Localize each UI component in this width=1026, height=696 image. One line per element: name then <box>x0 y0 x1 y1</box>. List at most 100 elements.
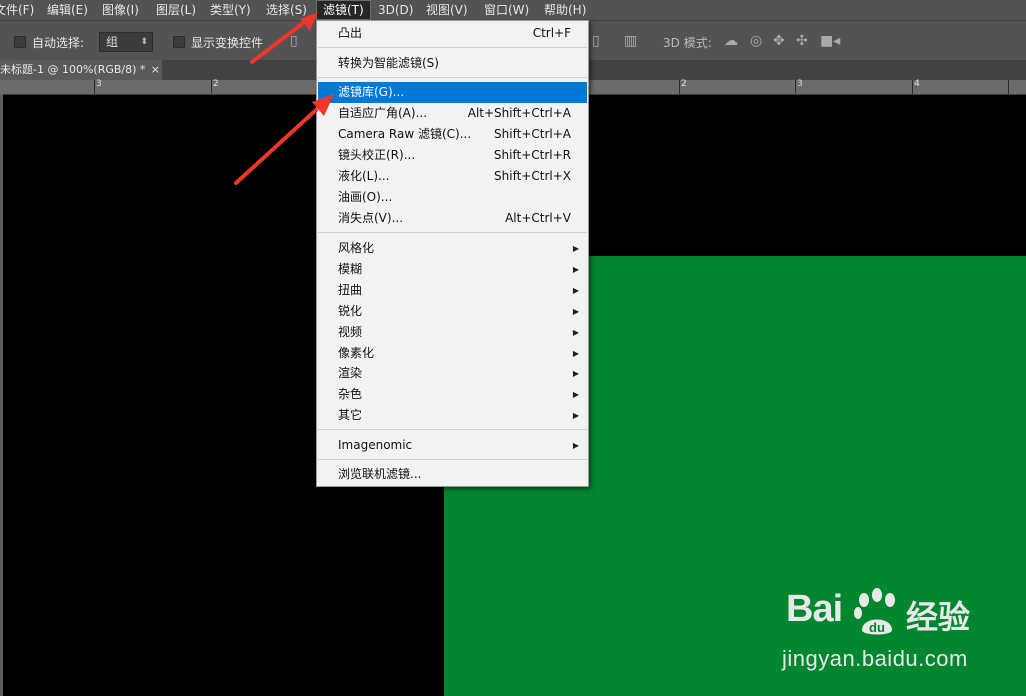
menu-item-oil-paint[interactable]: 油画(O)... <box>318 187 587 208</box>
menu-view[interactable]: 视图(V) <box>426 0 468 20</box>
menu-item-label: 转换为智能滤镜(S) <box>338 56 439 70</box>
submenu-arrow-icon: ▶ <box>572 349 579 358</box>
menu-item-noise[interactable]: 杂色 ▶ <box>318 384 587 405</box>
slide-3d-icon[interactable]: ✣ <box>796 33 808 49</box>
dropdown-arrow-icon: ⬍ <box>140 37 148 47</box>
menu-item-label: 扭曲 <box>338 283 363 297</box>
ruler-tick <box>795 80 796 94</box>
menu-item-shortcut: Shift+Ctrl+A <box>494 127 571 141</box>
menu-item-label: 浏览联机滤镜... <box>338 467 422 481</box>
menu-item-label: 自适应广角(A)... <box>338 106 428 120</box>
show-transform-checkbox[interactable] <box>173 36 185 48</box>
ruler-tick <box>679 80 680 94</box>
align-icon[interactable]: ▯ <box>290 33 298 49</box>
svg-text:du: du <box>869 620 885 635</box>
document-tab-title: 未标题-1 @ 100%(RGB/8) * <box>0 63 146 76</box>
scale-3d-icon[interactable]: ■◂ <box>820 33 840 49</box>
submenu-arrow-icon: ▶ <box>572 244 579 253</box>
menu-item-browse-filters-online[interactable]: 浏览联机滤镜... <box>318 464 587 485</box>
menu-item-label: 镜头校正(R)... <box>338 148 416 162</box>
menu-item-label: Camera Raw 滤镜(C)... <box>338 127 472 141</box>
ruler-label: 4 <box>914 79 920 89</box>
menu-item-last-filter[interactable]: 凸出 Ctrl+F <box>318 23 587 44</box>
submenu-arrow-icon: ▶ <box>572 411 579 420</box>
roll-3d-icon[interactable]: ◎ <box>750 33 762 49</box>
menu-item-pixelate[interactable]: 像素化 ▶ <box>318 343 587 364</box>
menu-item-label: 风格化 <box>338 241 375 255</box>
menu-item-label: 锐化 <box>338 304 363 318</box>
drag-3d-icon[interactable]: ✥ <box>773 33 785 49</box>
menu-item-adaptive-wide-angle[interactable]: 自适应广角(A)... Alt+Shift+Ctrl+A <box>318 103 587 124</box>
menu-item-shortcut: Ctrl+F <box>532 26 571 40</box>
menu-item-shortcut: Alt+Ctrl+V <box>505 211 571 225</box>
ruler-label: 3 <box>96 79 102 89</box>
menu-item-camera-raw[interactable]: Camera Raw 滤镜(C)... Shift+Ctrl+A <box>318 124 587 145</box>
ruler-tick <box>1008 80 1009 94</box>
menu-separator <box>318 459 587 460</box>
watermark-url: jingyan.baidu.com <box>782 646 968 671</box>
auto-align-icon[interactable]: ▥ <box>624 33 637 49</box>
menu-image[interactable]: 图像(I) <box>102 0 139 20</box>
submenu-arrow-icon: ▶ <box>572 265 579 274</box>
menu-item-blur[interactable]: 模糊 ▶ <box>318 259 587 280</box>
auto-select-checkbox[interactable] <box>14 36 26 48</box>
menu-item-liquify[interactable]: 液化(L)... Shift+Ctrl+X <box>318 166 587 187</box>
menu-item-lens-correction[interactable]: 镜头校正(R)... Shift+Ctrl+R <box>318 145 587 166</box>
menu-item-convert-smart-filter[interactable]: 转换为智能滤镜(S) <box>318 53 587 74</box>
mode-3d-label: 3D 模式: <box>663 36 712 50</box>
document-tab[interactable]: 未标题-1 @ 100%(RGB/8) * × <box>0 60 162 80</box>
menu-item-label: 凸出 <box>338 26 363 40</box>
menu-file[interactable]: 文件(F) <box>0 0 34 20</box>
menu-item-label: 滤镜库(G)... <box>338 85 405 99</box>
menu-separator <box>318 77 587 78</box>
menu-item-shortcut: Shift+Ctrl+X <box>494 169 571 183</box>
menu-filter[interactable]: 滤镜(T) <box>316 0 371 20</box>
menu-bar: 文件(F) 编辑(E) 图像(I) 图层(L) 类型(Y) 选择(S) 滤镜(T… <box>0 0 1026 20</box>
baidu-watermark: Bai du 经验 jingyan.baidu.com <box>782 580 1016 680</box>
menu-select[interactable]: 选择(S) <box>266 0 307 20</box>
menu-item-vanishing-point[interactable]: 消失点(V)... Alt+Ctrl+V <box>318 208 587 229</box>
menu-item-video[interactable]: 视频 ▶ <box>318 322 587 343</box>
menu-edit[interactable]: 编辑(E) <box>47 0 88 20</box>
menu-item-other[interactable]: 其它 ▶ <box>318 405 587 426</box>
submenu-arrow-icon: ▶ <box>572 441 579 450</box>
submenu-arrow-icon: ▶ <box>572 328 579 337</box>
menu-item-distort[interactable]: 扭曲 ▶ <box>318 280 587 301</box>
menu-item-filter-gallery[interactable]: 滤镜库(G)... <box>318 82 587 103</box>
ruler-label: 2 <box>681 79 687 89</box>
submenu-arrow-icon: ▶ <box>572 286 579 295</box>
ruler-tick <box>211 80 212 94</box>
menu-item-imagenomic[interactable]: Imagenomic ▶ <box>318 435 587 456</box>
menu-item-stylize[interactable]: 风格化 ▶ <box>318 238 587 259</box>
filter-menu: 凸出 Ctrl+F 转换为智能滤镜(S) 滤镜库(G)... 自适应广角(A).… <box>316 20 589 487</box>
distribute-icon[interactable]: ▯ <box>592 33 600 49</box>
submenu-arrow-icon: ▶ <box>572 369 579 378</box>
menu-item-label: 消失点(V)... <box>338 211 404 225</box>
submenu-arrow-icon: ▶ <box>572 390 579 399</box>
watermark-brand-right: 经验 <box>906 598 971 636</box>
menu-item-label: 油画(O)... <box>338 190 393 204</box>
menu-help[interactable]: 帮助(H) <box>544 0 586 20</box>
menu-item-label: 渲染 <box>338 366 363 380</box>
menu-separator <box>318 47 587 48</box>
ruler-tick <box>912 80 913 94</box>
watermark-brand-left: Bai <box>786 588 843 630</box>
menu-item-render[interactable]: 渲染 ▶ <box>318 363 587 384</box>
ruler-label: 2 <box>213 79 219 89</box>
menu-item-label: 模糊 <box>338 262 363 276</box>
close-tab-icon[interactable]: × <box>151 60 160 80</box>
ruler-label: 3 <box>797 79 803 89</box>
menu-item-label: 杂色 <box>338 387 363 401</box>
menu-3d[interactable]: 3D(D) <box>378 0 413 20</box>
menu-item-sharpen[interactable]: 锐化 ▶ <box>318 301 587 322</box>
menu-type[interactable]: 类型(Y) <box>210 0 251 20</box>
menu-item-label: 像素化 <box>338 346 375 360</box>
rotate-3d-icon[interactable]: ☁ <box>724 33 738 49</box>
auto-select-label: 自动选择: <box>32 36 85 50</box>
auto-select-dropdown[interactable]: 组 ⬍ <box>99 32 153 52</box>
paw-logo-icon: du <box>854 588 895 635</box>
menu-item-label: 液化(L)... <box>338 169 390 183</box>
menu-item-label: Imagenomic <box>338 438 413 452</box>
menu-window[interactable]: 窗口(W) <box>484 0 529 20</box>
menu-layer[interactable]: 图层(L) <box>156 0 196 20</box>
